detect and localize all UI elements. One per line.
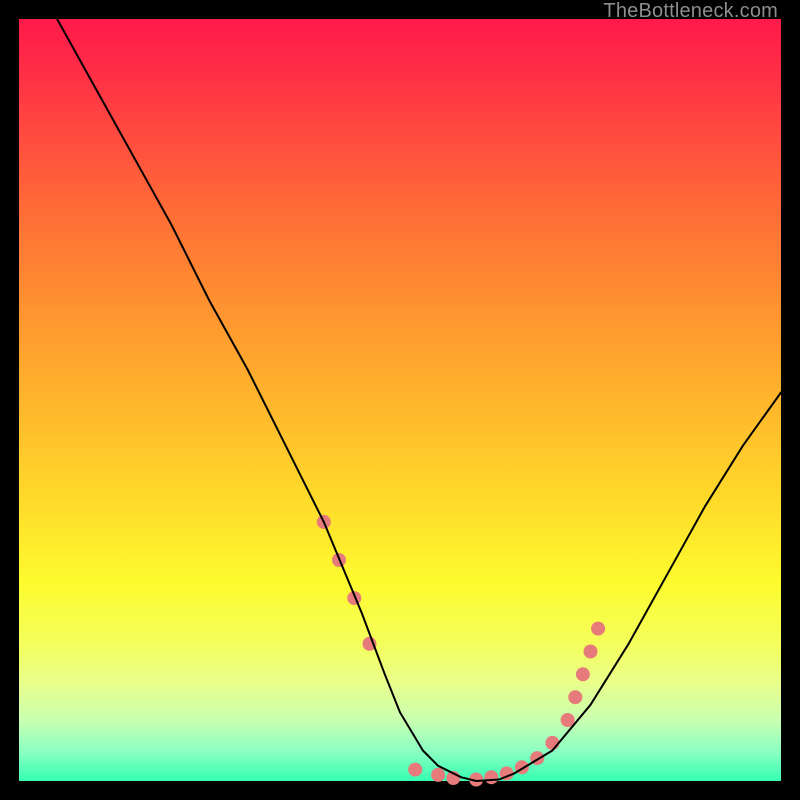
chart-marker xyxy=(568,690,582,704)
chart-svg xyxy=(19,19,781,781)
chart-marker xyxy=(576,667,590,681)
chart-marker xyxy=(408,763,422,777)
chart-marker xyxy=(584,645,598,659)
chart-marker xyxy=(431,768,445,782)
chart-marker xyxy=(545,736,559,750)
chart-markers xyxy=(317,515,605,787)
chart-marker xyxy=(591,622,605,636)
bottleneck-curve xyxy=(57,19,781,781)
chart-marker xyxy=(484,770,498,784)
watermark-text: TheBottleneck.com xyxy=(603,0,778,23)
chart-frame xyxy=(19,19,781,781)
